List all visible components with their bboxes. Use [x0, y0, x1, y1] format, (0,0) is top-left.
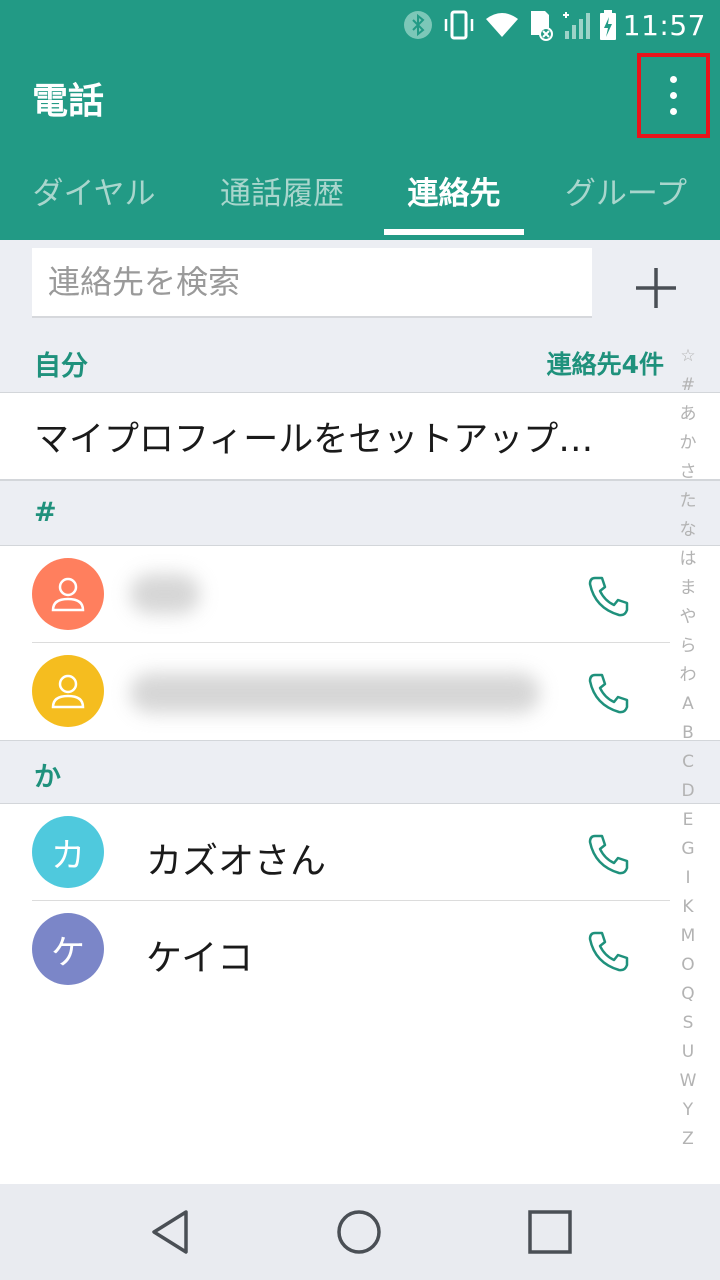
avatar: カ [32, 816, 104, 888]
index-letter[interactable]: S [683, 1009, 694, 1038]
phone-icon [588, 931, 629, 972]
tab-call-history[interactable]: 通話履歴 [188, 140, 376, 240]
sd-card-icon [527, 9, 553, 41]
navigation-bar [0, 1184, 720, 1280]
index-letter[interactable]: あ [680, 400, 697, 429]
tab-contacts[interactable]: 連絡先 [376, 140, 532, 240]
index-letter[interactable]: や [680, 603, 697, 632]
index-letter[interactable]: G [681, 835, 694, 864]
add-contact-button[interactable] [626, 258, 686, 318]
home-button[interactable] [331, 1204, 387, 1260]
app-bar: 電話 [0, 50, 720, 140]
avatar: ケ [32, 913, 104, 985]
plus-icon [636, 268, 676, 308]
app-title: 電話 [32, 81, 105, 122]
contact-row[interactable]: ケ ケイコ [0, 901, 670, 998]
setup-profile-label: マイプロフィールをセットアップ… [34, 419, 594, 460]
search-input[interactable] [48, 263, 592, 301]
call-button[interactable] [585, 830, 633, 878]
index-letter[interactable]: I [685, 864, 690, 893]
contact-name: ケイコ [146, 938, 254, 979]
tab-bar: ダイヤル 通話履歴 連絡先 グループ [0, 140, 720, 240]
index-letter[interactable]: な [680, 516, 697, 545]
home-icon [337, 1210, 381, 1254]
back-button[interactable] [142, 1204, 198, 1260]
setup-profile-row[interactable]: マイプロフィールをセットアップ… [0, 393, 720, 481]
contact-row[interactable]: カ カズオさん [0, 804, 670, 901]
back-icon [152, 1210, 188, 1254]
index-letter[interactable]: は [680, 545, 697, 574]
contact-row[interactable] [0, 643, 670, 740]
index-letter[interactable]: ☆ [680, 342, 695, 371]
more-options-button[interactable] [637, 53, 710, 138]
section-header-ka: か [0, 740, 720, 804]
status-bar: 11:57 [0, 0, 720, 50]
section-header-self: 自分 連絡先4件 [0, 330, 720, 393]
index-letter[interactable]: か [680, 429, 697, 458]
index-letter[interactable]: ま [680, 574, 697, 603]
recents-icon [528, 1210, 572, 1254]
index-letter[interactable]: さ [680, 458, 697, 487]
index-letter[interactable]: D [681, 777, 694, 806]
wifi-icon [485, 10, 519, 40]
phone-icon [588, 834, 629, 875]
section-label: か [34, 762, 61, 793]
call-button[interactable] [585, 572, 633, 620]
index-letter[interactable]: E [683, 806, 694, 835]
index-scrollbar[interactable]: ☆ # あかさたなはまやらわ A B C D E G I K M O Q S U W Y Z [672, 342, 704, 1154]
index-letter[interactable]: Z [682, 1125, 694, 1154]
index-letter[interactable]: W [680, 1067, 697, 1096]
signal-icon [561, 9, 591, 41]
status-time: 11:57 [622, 8, 706, 42]
avatar [32, 655, 104, 727]
index-letter[interactable]: B [682, 719, 694, 748]
call-button[interactable] [585, 927, 633, 975]
contact-name-redacted [130, 673, 540, 713]
index-letter[interactable]: わ [680, 661, 697, 690]
recents-button[interactable] [522, 1204, 578, 1260]
contact-name: カズオさん [146, 841, 327, 882]
person-icon [51, 674, 85, 709]
index-letter[interactable]: # [681, 371, 695, 400]
index-letter[interactable]: Q [681, 980, 694, 1009]
index-letter[interactable]: M [681, 922, 696, 951]
call-button[interactable] [585, 669, 633, 717]
index-letter[interactable]: U [682, 1038, 694, 1067]
search-area [0, 240, 720, 330]
index-letter[interactable]: ら [680, 632, 697, 661]
index-letter[interactable]: C [682, 748, 694, 777]
contact-count: 連絡先4件 [546, 350, 664, 379]
index-letter[interactable]: Y [683, 1096, 693, 1125]
avatar [32, 558, 104, 630]
more-vert-icon [670, 76, 677, 83]
search-field[interactable] [32, 248, 592, 318]
phone-icon [588, 673, 629, 714]
battery-charging-icon [599, 9, 617, 41]
index-letter[interactable]: O [681, 951, 694, 980]
section-label: 自分 [34, 351, 88, 382]
phone-icon [588, 576, 629, 617]
section-label: # [34, 497, 57, 528]
bluetooth-icon [403, 10, 433, 40]
contact-name-redacted [130, 574, 200, 614]
tab-groups[interactable]: グループ [532, 140, 720, 240]
index-letter[interactable]: K [682, 893, 693, 922]
tab-dial[interactable]: ダイヤル [0, 140, 188, 240]
index-letter[interactable]: た [680, 487, 697, 516]
section-header-hash: # [0, 481, 720, 546]
index-letter[interactable]: A [682, 690, 694, 719]
contact-row[interactable] [0, 546, 670, 643]
person-icon [51, 577, 85, 612]
vibrate-icon [441, 10, 477, 40]
tab-indicator [384, 229, 524, 235]
